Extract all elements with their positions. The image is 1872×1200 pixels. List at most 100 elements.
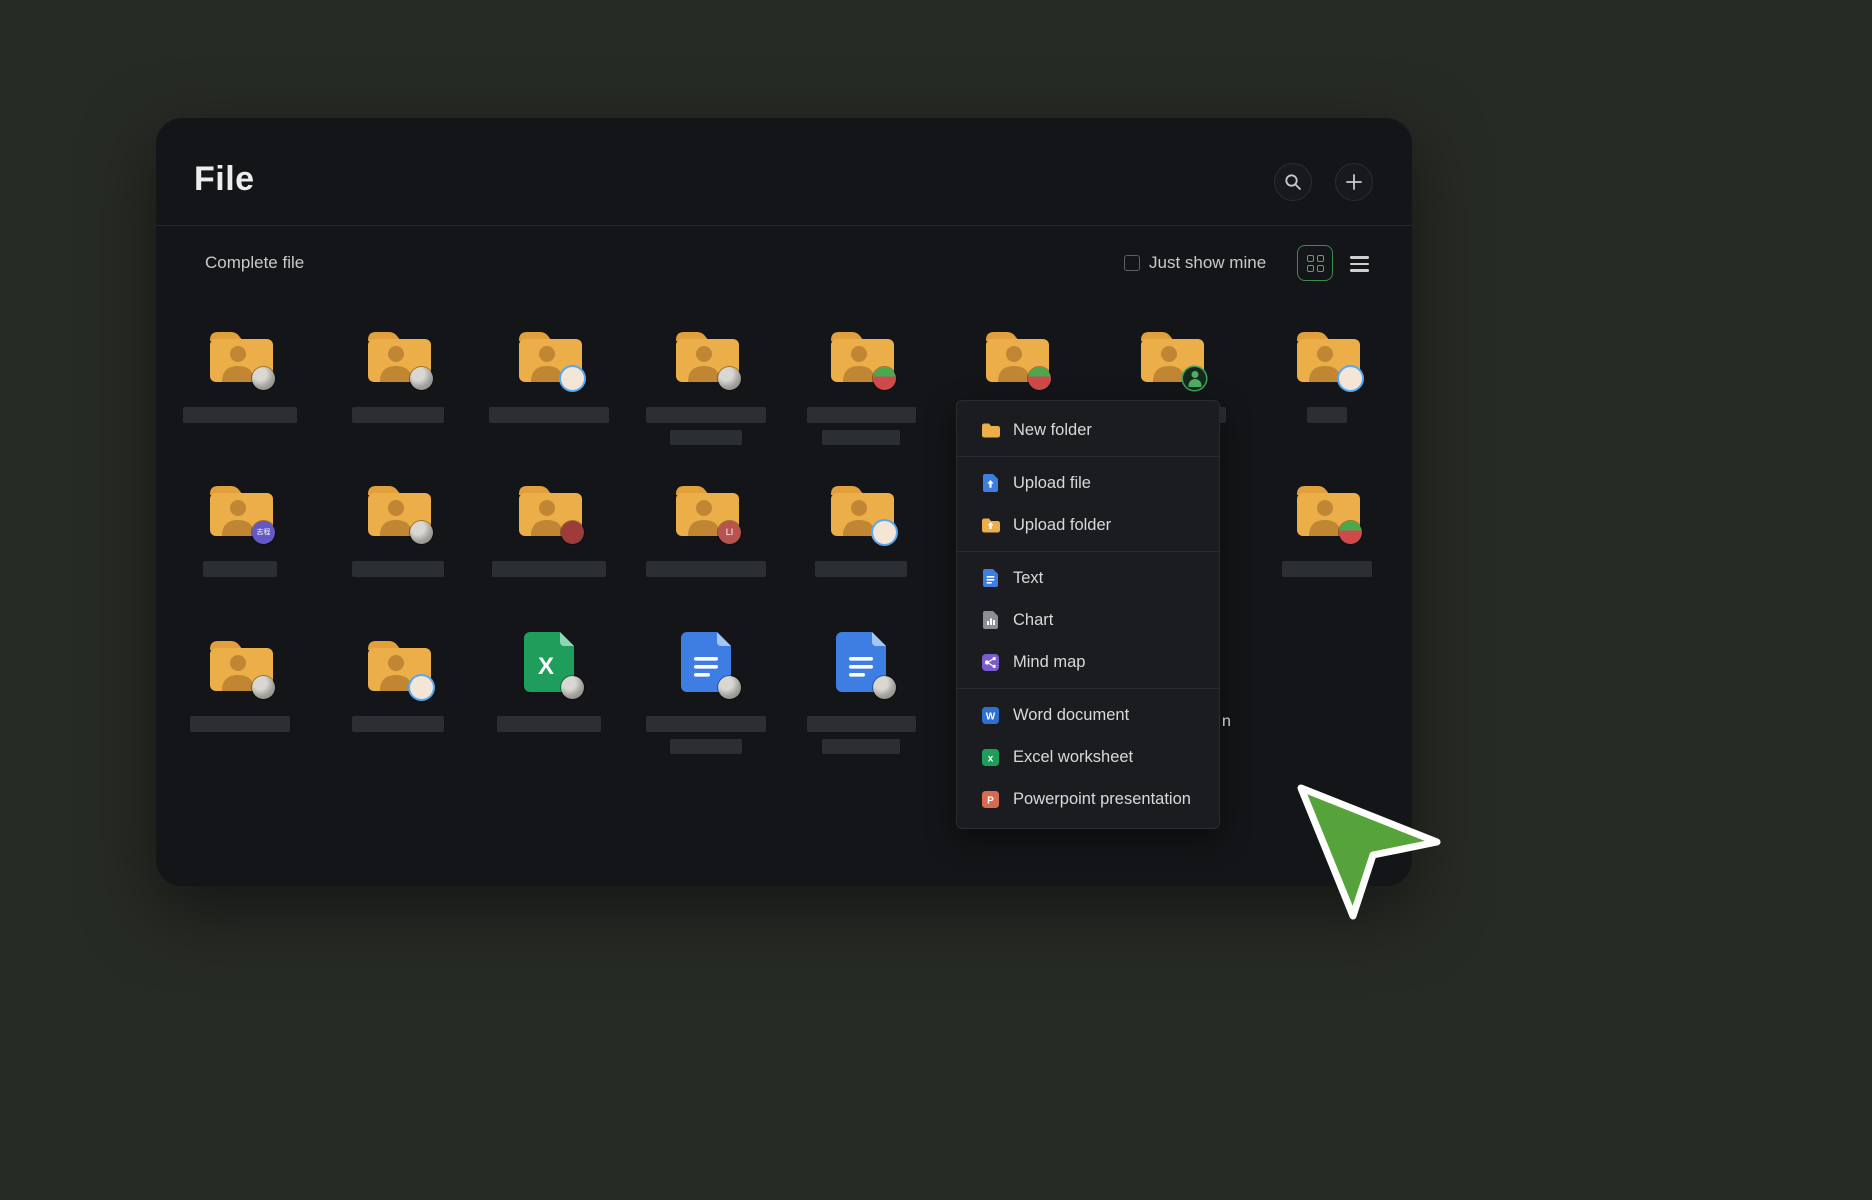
menu-item-label: Upload file xyxy=(1013,474,1091,493)
file-item[interactable] xyxy=(631,323,781,445)
folder-icon: LI xyxy=(673,477,739,537)
folder-icon xyxy=(1294,323,1360,383)
menu-item-label: New folder xyxy=(1013,421,1092,440)
menu-item-label: Text xyxy=(1013,569,1043,588)
redacted-label-bar xyxy=(352,561,444,577)
redacted-label-bar xyxy=(646,561,766,577)
file-item[interactable]: LI xyxy=(631,477,781,577)
avatar-char xyxy=(1339,521,1362,544)
folder-icon xyxy=(365,632,431,692)
menu-divider xyxy=(957,551,1219,552)
avatar-cat xyxy=(252,676,275,699)
avatar-green xyxy=(1183,367,1206,390)
avatar-cat xyxy=(561,676,584,699)
file-item[interactable] xyxy=(1252,323,1402,423)
redacted-label-bar xyxy=(1307,407,1347,423)
menu-item-chart[interactable]: Chart xyxy=(957,599,1219,641)
upload-file-icon xyxy=(981,474,1000,492)
menu-item-powerpoint-presentation[interactable]: P Powerpoint presentation xyxy=(957,778,1219,820)
folder-icon xyxy=(1294,477,1360,537)
folder-icon: 志程 xyxy=(207,477,273,537)
doc-icon xyxy=(836,632,886,692)
avatar-blue xyxy=(410,676,433,699)
redacted-label-bar xyxy=(352,716,444,732)
folder-icon xyxy=(516,477,582,537)
folder-icon xyxy=(365,323,431,383)
menu-item-excel-worksheet[interactable]: x Excel worksheet xyxy=(957,736,1219,778)
upload-folder-icon xyxy=(981,517,1000,533)
file-grid: 志程 LI X xyxy=(156,118,1412,886)
file-item[interactable]: 志程 xyxy=(165,477,315,577)
folder-icon xyxy=(207,323,273,383)
avatar-cat xyxy=(410,521,433,544)
avatar-blue xyxy=(1339,367,1362,390)
word-icon: W xyxy=(981,707,1000,724)
file-item[interactable]: X xyxy=(474,632,624,732)
avatar-darkred xyxy=(561,521,584,544)
new-item-context-menu: New folder Upload file Upload folder Text Ch… xyxy=(956,400,1220,829)
file-item[interactable] xyxy=(786,632,936,754)
avatar-blue xyxy=(873,521,896,544)
file-item[interactable] xyxy=(1252,477,1402,577)
text-icon xyxy=(981,569,1000,587)
menu-divider xyxy=(957,688,1219,689)
file-item[interactable] xyxy=(165,323,315,423)
redacted-label-bar xyxy=(807,407,916,423)
redacted-label-bar xyxy=(492,561,606,577)
redacted-label-bar xyxy=(815,561,907,577)
folder-icon xyxy=(1138,323,1204,383)
new-folder-icon xyxy=(981,422,1000,438)
avatar-cat xyxy=(410,367,433,390)
file-item[interactable] xyxy=(474,477,624,577)
file-item[interactable] xyxy=(323,477,473,577)
menu-item-label: Chart xyxy=(1013,611,1053,630)
svg-text:X: X xyxy=(538,653,554,680)
file-item[interactable] xyxy=(786,477,936,577)
avatar-cat xyxy=(873,676,896,699)
chart-icon xyxy=(981,611,1000,629)
folder-icon xyxy=(207,632,273,692)
excel-icon: x xyxy=(981,749,1000,766)
redacted-label-bar xyxy=(352,407,444,423)
file-item[interactable] xyxy=(323,632,473,732)
folder-icon xyxy=(516,323,582,383)
folder-icon xyxy=(983,323,1049,383)
redacted-label-bar xyxy=(497,716,601,732)
file-item[interactable] xyxy=(323,323,473,423)
redacted-label-bar xyxy=(822,430,900,445)
avatar-cat xyxy=(718,676,741,699)
file-item[interactable] xyxy=(165,632,315,732)
redacted-label-bar xyxy=(822,739,900,754)
redacted-label-bar xyxy=(1282,561,1372,577)
folder-icon xyxy=(365,477,431,537)
menu-item-label: Mind map xyxy=(1013,653,1085,672)
redacted-label-bar xyxy=(646,407,766,423)
redacted-label-bar xyxy=(646,716,766,732)
redacted-label-bar xyxy=(203,561,277,577)
menu-item-mind-map[interactable]: Mind map xyxy=(957,641,1219,683)
file-item[interactable] xyxy=(474,323,624,423)
menu-item-upload-folder[interactable]: Upload folder xyxy=(957,504,1219,546)
ppt-icon: P xyxy=(981,791,1000,808)
avatar-li: LI xyxy=(718,521,741,544)
avatar-char xyxy=(873,367,896,390)
doc-icon xyxy=(681,632,731,692)
file-item[interactable] xyxy=(631,632,781,754)
cursor-pointer xyxy=(1295,784,1447,926)
menu-item-label: Powerpoint presentation xyxy=(1013,790,1191,809)
redacted-label-bar xyxy=(807,716,916,732)
file-item[interactable] xyxy=(786,323,936,445)
menu-item-upload-file[interactable]: Upload file xyxy=(957,462,1219,504)
svg-text:W: W xyxy=(986,711,996,722)
svg-text:x: x xyxy=(988,753,994,764)
obscured-label-fragment: n xyxy=(1222,713,1231,731)
folder-icon xyxy=(828,477,894,537)
menu-item-text[interactable]: Text xyxy=(957,557,1219,599)
menu-item-new-folder[interactable]: New folder xyxy=(957,409,1219,451)
menu-item-word-document[interactable]: WWord document xyxy=(957,694,1219,736)
menu-item-label: Upload folder xyxy=(1013,516,1111,535)
folder-icon xyxy=(828,323,894,383)
mind-map-icon xyxy=(981,654,1000,671)
menu-divider xyxy=(957,456,1219,457)
menu-item-label: Excel worksheet xyxy=(1013,748,1133,767)
